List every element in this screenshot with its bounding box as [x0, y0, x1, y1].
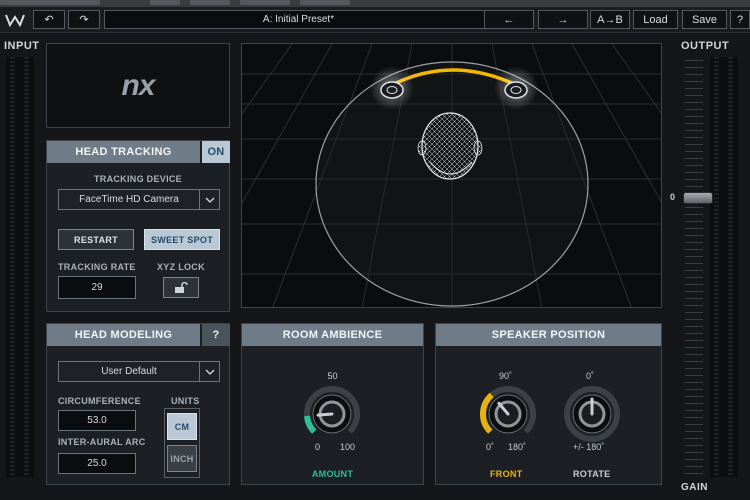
- room-ambience-panel: ROOM AMBIENCE 50 0 100 AMOUNT: [241, 323, 424, 485]
- right-speaker-icon[interactable]: [504, 81, 528, 99]
- logo-panel: nx: [46, 43, 230, 128]
- unit-cm-button[interactable]: CM: [167, 413, 197, 440]
- input-label: INPUT: [4, 40, 40, 52]
- gain-fader-handle[interactable]: [683, 192, 713, 204]
- speaker-position-panel: SPEAKER POSITION 90˚ 0˚ 180˚ FRONT 0˚ +/…: [435, 323, 662, 485]
- host-control: [240, 0, 290, 5]
- circumference-label: CIRCUMFERENCE: [58, 396, 141, 406]
- tracking-rate-field[interactable]: 29: [58, 276, 136, 299]
- waves-logo-icon[interactable]: [4, 11, 26, 29]
- tracking-device-value: FaceTime HD Camera: [79, 194, 179, 205]
- speaker-position-title: SPEAKER POSITION: [436, 324, 661, 346]
- gain-label: GAIN: [681, 482, 708, 493]
- undo-button[interactable]: ↶: [33, 10, 65, 29]
- ambience-min-value: 0: [315, 442, 321, 452]
- room-boundary: [315, 61, 589, 307]
- preset-name-display[interactable]: A: Initial Preset*: [104, 10, 493, 29]
- head-tracking-panel: HEAD TRACKING ON TRACKING DEVICE FaceTim…: [46, 140, 230, 312]
- tracking-device-dropdown[interactable]: FaceTime HD Camera: [58, 189, 220, 210]
- chevron-down-icon: [199, 190, 219, 209]
- redo-button[interactable]: ↷: [68, 10, 100, 29]
- head-modeling-panel: HEAD MODELING ? User Default CIRCUMFEREN…: [46, 323, 230, 485]
- head-tracking-toggle[interactable]: ON: [202, 141, 230, 163]
- host-toolbar-strip: [0, 0, 750, 7]
- rotate-knob[interactable]: [560, 384, 624, 446]
- ambience-amount-label: AMOUNT: [311, 469, 354, 479]
- output-meter: [710, 57, 738, 477]
- gain-value: 0: [670, 192, 676, 202]
- restart-button[interactable]: RESTART: [58, 229, 134, 250]
- nx-logo: nx: [121, 68, 155, 102]
- front-max-value: 180˚: [508, 442, 527, 452]
- previous-preset-button[interactable]: ←: [484, 10, 534, 29]
- plugin-toolbar: ↶ ↷ A: Initial Preset* ← → A→B Load Save…: [0, 7, 750, 33]
- unit-inch-button[interactable]: INCH: [167, 445, 197, 472]
- arrow-right-icon: →: [557, 13, 569, 26]
- host-control: [150, 0, 180, 5]
- front-knob[interactable]: [476, 384, 540, 446]
- head-modeling-help-button[interactable]: ?: [202, 324, 230, 346]
- ambience-knob[interactable]: [300, 384, 364, 446]
- head-tracking-title: HEAD TRACKING: [47, 141, 200, 163]
- front-min-value: 0˚: [486, 442, 495, 452]
- gain-fader-scale: [685, 60, 703, 480]
- head-model-dropdown[interactable]: User Default: [58, 361, 220, 382]
- sweet-spot-button[interactable]: SWEET SPOT: [144, 229, 220, 250]
- head-model-value: User Default: [101, 366, 157, 377]
- host-control: [300, 0, 350, 5]
- front-top-value: 90˚: [499, 371, 513, 381]
- host-control: [190, 0, 230, 5]
- chevron-down-icon: [199, 362, 219, 381]
- front-label: FRONT: [490, 469, 523, 479]
- units-selector: CM INCH: [164, 408, 200, 478]
- inter-aural-arc-field[interactable]: 25.0: [58, 453, 136, 474]
- load-button[interactable]: Load: [633, 10, 678, 29]
- rotate-top-value: 0˚: [586, 371, 595, 381]
- undo-icon: ↶: [44, 14, 54, 26]
- tracking-device-label: TRACKING DEVICE: [93, 174, 182, 184]
- circumference-field[interactable]: 53.0: [58, 410, 136, 431]
- head-tracking-visualizer[interactable]: [241, 43, 662, 308]
- next-preset-button[interactable]: →: [538, 10, 588, 29]
- ambience-max-value: 100: [340, 442, 356, 452]
- lock-icon: [175, 281, 188, 293]
- ambience-top-value: 50: [327, 371, 338, 381]
- inter-aural-arc-label: INTER-AURAL ARC: [58, 437, 146, 447]
- rotate-label: ROTATE: [573, 469, 611, 479]
- xyz-lock-button[interactable]: [163, 277, 199, 298]
- arrow-left-icon: ←: [503, 13, 515, 26]
- room-ambience-title: ROOM AMBIENCE: [242, 324, 423, 346]
- output-label: OUTPUT: [681, 40, 730, 52]
- input-meter: [6, 57, 34, 477]
- help-button[interactable]: ?: [730, 10, 750, 29]
- save-button[interactable]: Save: [682, 10, 727, 29]
- left-speaker-icon[interactable]: [380, 81, 404, 99]
- units-label: UNITS: [171, 396, 200, 406]
- rotate-range-value: +/- 180˚: [573, 442, 605, 452]
- xyz-lock-label: XYZ LOCK: [157, 262, 205, 272]
- tracking-rate-label: TRACKING RATE: [58, 262, 136, 272]
- head-modeling-title: HEAD MODELING: [47, 324, 200, 346]
- host-control: [0, 0, 100, 5]
- a-to-b-button[interactable]: A→B: [590, 10, 630, 29]
- redo-icon: ↷: [79, 14, 89, 26]
